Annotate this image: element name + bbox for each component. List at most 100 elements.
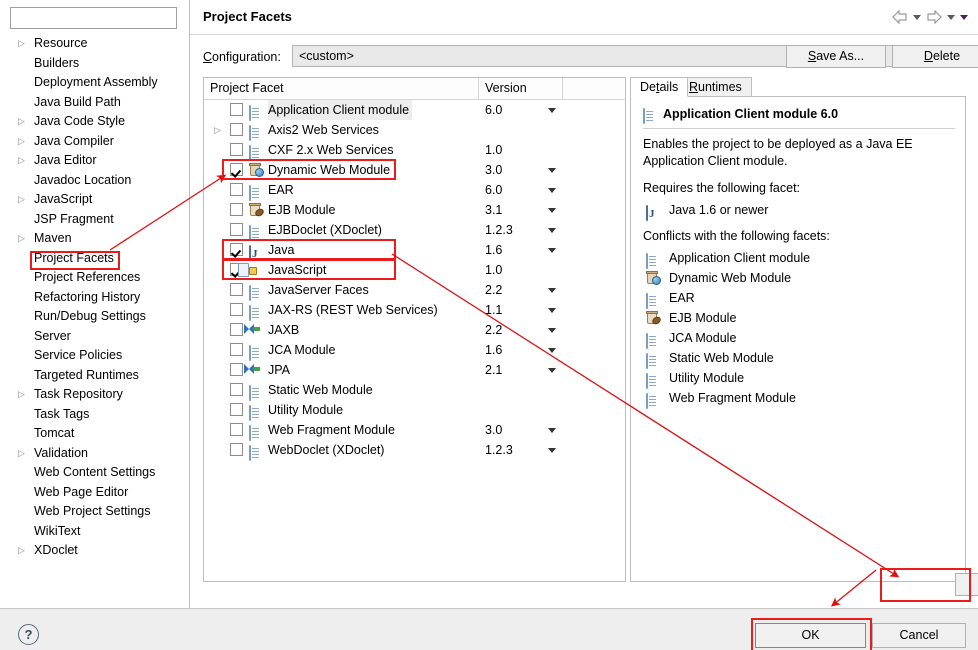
facet-version[interactable]: 1.2.3 — [485, 440, 513, 460]
facet-row-application-client-module[interactable]: Application Client module 6.0 — [204, 100, 625, 121]
facet-version[interactable]: 3.0 — [485, 420, 502, 440]
version-chevron-down-icon[interactable] — [548, 428, 556, 433]
sidebar-item-builders[interactable]: Builders — [0, 54, 189, 74]
sidebar-item-tomcat[interactable]: Tomcat — [0, 424, 189, 444]
sidebar-item-java-code-style[interactable]: ▷ Java Code Style — [0, 112, 189, 132]
facet-checkbox-jaxb[interactable] — [230, 323, 243, 336]
facet-checkbox-cxf-2-x-web-services[interactable] — [230, 143, 243, 156]
forward-history-chevron-down-icon[interactable] — [947, 14, 955, 20]
sidebar-item-project-references[interactable]: Project References — [0, 268, 189, 288]
facet-version[interactable]: 1.6 — [485, 340, 502, 360]
filter-box[interactable] — [10, 7, 177, 29]
facet-version[interactable]: 2.1 — [485, 360, 502, 380]
facet-row-cxf-2-x-web-services[interactable]: CXF 2.x Web Services 1.0 — [204, 140, 625, 161]
version-chevron-down-icon[interactable] — [548, 448, 556, 453]
facet-version[interactable]: 1.1 — [485, 300, 502, 320]
facet-checkbox-webdoclet-xdoclet[interactable] — [230, 443, 243, 456]
facet-version[interactable]: 6.0 — [485, 180, 502, 200]
facet-row-web-fragment-module[interactable]: Web Fragment Module 3.0 — [204, 420, 625, 441]
facet-row-static-web-module[interactable]: Static Web Module — [204, 380, 625, 401]
facet-checkbox-jax-rs-rest-web-services[interactable] — [230, 303, 243, 316]
facet-row-javascript[interactable]: JavaScript 1.0 — [204, 260, 625, 280]
sidebar-item-web-page-editor[interactable]: Web Page Editor — [0, 483, 189, 503]
version-chevron-down-icon[interactable] — [548, 308, 556, 313]
version-chevron-down-icon[interactable] — [548, 248, 556, 253]
sidebar-item-validation[interactable]: ▷ Validation — [0, 444, 189, 464]
chevron-right-icon[interactable]: ▷ — [18, 229, 28, 249]
facet-checkbox-java[interactable] — [230, 243, 243, 256]
version-chevron-down-icon[interactable] — [548, 188, 556, 193]
version-chevron-down-icon[interactable] — [548, 168, 556, 173]
preferences-tree[interactable]: ▷ Resource Builders Deployment Assembly Java… — [0, 34, 189, 604]
sidebar-item-maven[interactable]: ▷ Maven — [0, 229, 189, 249]
sidebar-item-javadoc-location[interactable]: Javadoc Location — [0, 171, 189, 191]
facet-checkbox-jca-module[interactable] — [230, 343, 243, 356]
facet-row-jpa[interactable]: JPA 2.1 — [204, 360, 625, 380]
facet-row-jaxb[interactable]: JAXB 2.2 — [204, 320, 625, 340]
sidebar-item-javascript[interactable]: ▷ JavaScript — [0, 190, 189, 210]
facet-version[interactable]: 2.2 — [485, 320, 502, 340]
tab-details[interactable]: Details — [630, 77, 689, 97]
delete-button[interactable]: Delete — [892, 45, 978, 68]
facet-version[interactable]: 1.0 — [485, 140, 502, 160]
facet-row-jax-rs-rest-web-services[interactable]: JAX-RS (REST Web Services) 1.1 — [204, 300, 625, 321]
sidebar-item-refactoring-history[interactable]: Refactoring History — [0, 288, 189, 308]
sidebar-item-xdoclet[interactable]: ▷ XDoclet — [0, 541, 189, 561]
facet-row-webdoclet-xdoclet[interactable]: WebDoclet (XDoclet) 1.2.3 — [204, 440, 625, 461]
chevron-right-icon[interactable]: ▷ — [18, 151, 28, 171]
facet-version[interactable]: 1.0 — [485, 260, 502, 280]
version-chevron-down-icon[interactable] — [548, 228, 556, 233]
forward-arrow-icon[interactable] — [926, 10, 942, 24]
facet-checkbox-static-web-module[interactable] — [230, 383, 243, 396]
ok-button[interactable]: OK — [755, 623, 866, 648]
column-header-version[interactable]: Version — [479, 78, 563, 99]
facet-version[interactable]: 1.2.3 — [485, 220, 513, 240]
sidebar-item-jsp-fragment[interactable]: JSP Fragment — [0, 210, 189, 230]
version-chevron-down-icon[interactable] — [548, 368, 556, 373]
chevron-right-icon[interactable]: ▷ — [18, 190, 28, 210]
sidebar-item-java-build-path[interactable]: Java Build Path — [0, 93, 189, 113]
facet-checkbox-axis2-web-services[interactable] — [230, 123, 243, 136]
facet-version[interactable]: 3.1 — [485, 200, 502, 220]
sidebar-item-web-content-settings[interactable]: Web Content Settings — [0, 463, 189, 483]
project-facets-table[interactable]: Project Facet Version Application Client… — [203, 77, 626, 582]
sidebar-item-task-repository[interactable]: ▷ Task Repository — [0, 385, 189, 405]
facet-version[interactable]: 1.6 — [485, 240, 502, 260]
facet-row-ejb-module[interactable]: EJB Module 3.1 — [204, 200, 625, 220]
sidebar-item-server[interactable]: Server — [0, 327, 189, 347]
facet-row-ejbdoclet-xdoclet[interactable]: EJBDoclet (XDoclet) 1.2.3 — [204, 220, 625, 241]
revert-button[interactable]: Revert — [955, 573, 978, 596]
sidebar-item-run-debug-settings[interactable]: Run/Debug Settings — [0, 307, 189, 327]
sidebar-item-project-facets[interactable]: Project Facets — [0, 249, 189, 269]
facet-checkbox-jpa[interactable] — [230, 363, 243, 376]
sidebar-item-task-tags[interactable]: Task Tags — [0, 405, 189, 425]
facet-checkbox-application-client-module[interactable] — [230, 103, 243, 116]
page-navigation-toolbar[interactable] — [892, 10, 968, 24]
sidebar-item-deployment-assembly[interactable]: Deployment Assembly — [0, 73, 189, 93]
facet-checkbox-dynamic-web-module[interactable] — [230, 163, 243, 176]
sidebar-item-java-compiler[interactable]: ▷ Java Compiler — [0, 132, 189, 152]
filter-input[interactable] — [10, 7, 177, 29]
facet-row-java[interactable]: Java 1.6 — [204, 240, 625, 261]
chevron-right-icon[interactable]: ▷ — [18, 385, 28, 405]
tab-runtimes[interactable]: Runtimes — [679, 77, 752, 97]
chevron-right-icon[interactable]: ▷ — [18, 444, 28, 464]
column-header-project-facet[interactable]: Project Facet — [204, 78, 479, 99]
facet-checkbox-web-fragment-module[interactable] — [230, 423, 243, 436]
facet-version[interactable]: 6.0 — [485, 100, 502, 120]
sidebar-item-java-editor[interactable]: ▷ Java Editor — [0, 151, 189, 171]
sidebar-item-targeted-runtimes[interactable]: Targeted Runtimes — [0, 366, 189, 386]
chevron-right-icon[interactable]: ▷ — [18, 112, 28, 132]
version-chevron-down-icon[interactable] — [548, 348, 556, 353]
chevron-right-icon[interactable]: ▷ — [18, 34, 28, 54]
sidebar-item-web-project-settings[interactable]: Web Project Settings — [0, 502, 189, 522]
version-chevron-down-icon[interactable] — [548, 288, 556, 293]
facet-row-javaserver-faces[interactable]: JavaServer Faces 2.2 — [204, 280, 625, 301]
version-chevron-down-icon[interactable] — [548, 328, 556, 333]
back-history-chevron-down-icon[interactable] — [913, 14, 921, 20]
sidebar-item-resource[interactable]: ▷ Resource — [0, 34, 189, 54]
view-menu-chevron-down-icon[interactable] — [960, 14, 968, 20]
version-chevron-down-icon[interactable] — [548, 108, 556, 113]
back-arrow-icon[interactable] — [892, 10, 908, 24]
facet-checkbox-javaserver-faces[interactable] — [230, 283, 243, 296]
